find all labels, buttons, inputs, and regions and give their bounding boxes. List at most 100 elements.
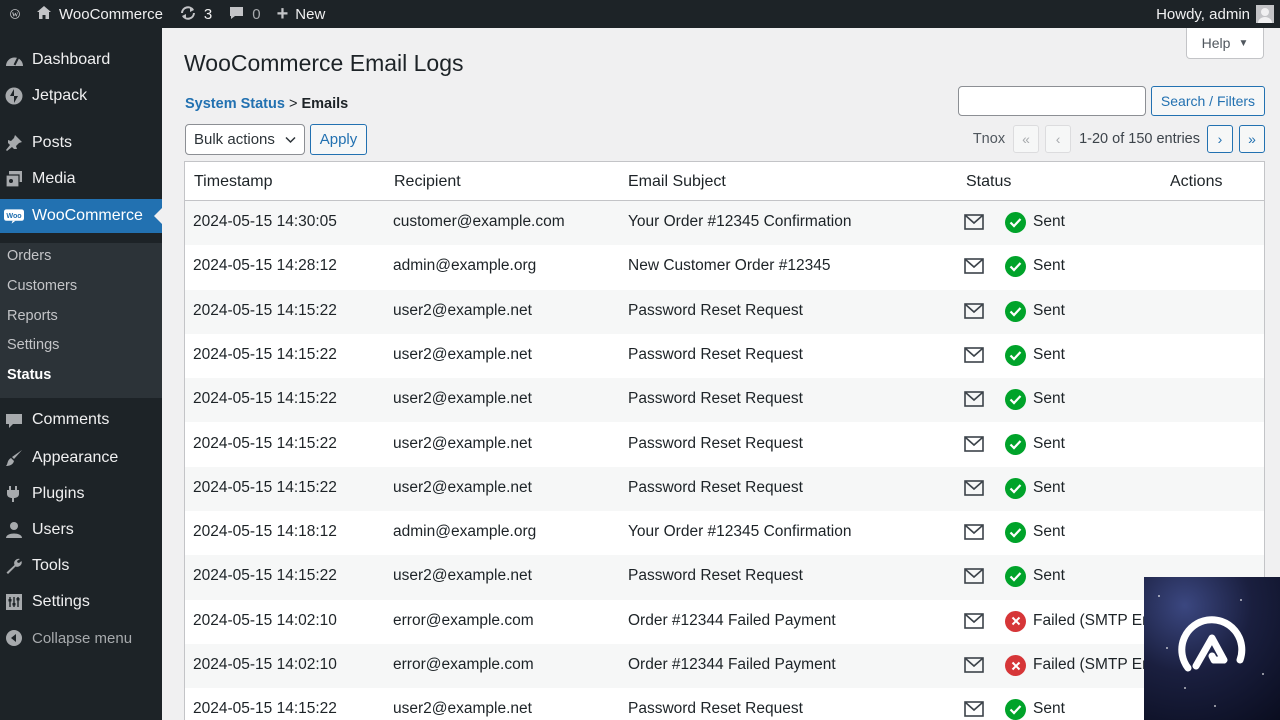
sidebar-item-tools[interactable]: Tools — [0, 549, 162, 583]
new-content-link[interactable]: + New — [269, 0, 334, 28]
wordpress-logo-icon[interactable]: W — [2, 1, 28, 27]
table-row[interactable]: 2024-05-15 14:15:22 user2@example.net Pass… — [185, 555, 1264, 600]
envelope-icon[interactable] — [964, 568, 984, 585]
column-header-timestamp[interactable]: Timestamp — [194, 173, 273, 191]
check-circle-icon — [1005, 522, 1026, 544]
cell-recipient: admin@example.org — [393, 257, 537, 275]
prev-page-button[interactable]: ‹ — [1045, 125, 1072, 153]
check-circle-icon — [1005, 477, 1026, 499]
sidebar-item-label: Media — [32, 170, 76, 187]
cell-recipient: user2@example.net — [393, 700, 532, 718]
next-page-button[interactable]: › — [1207, 125, 1233, 153]
table-row[interactable]: 2024-05-15 14:15:22 user2@example.net Pass… — [185, 423, 1264, 467]
submenu-item-reports[interactable]: Reports — [7, 308, 58, 324]
cell-recipient: customer@example.com — [393, 213, 565, 230]
breadcrumb-system-status-link[interactable]: System Status — [185, 96, 285, 112]
sidebar-item-label: WooCommerce — [32, 207, 143, 224]
sidebar-item-label: Plugins — [32, 485, 85, 502]
table-row[interactable]: 2024-05-15 14:15:22 user2@example.net Pass… — [185, 466, 1264, 512]
table-row[interactable]: 2024-05-15 14:15:22 user2@example.net Pass… — [185, 378, 1264, 423]
admin-bar: W WooCommerce 3 0 + New Howdy, admin — [0, 0, 1280, 28]
apply-button[interactable]: Apply — [310, 124, 367, 155]
cell-timestamp: 2024-05-15 14:15:22 — [193, 390, 337, 408]
envelope-icon[interactable] — [964, 701, 984, 718]
updates-link[interactable]: 3 — [171, 0, 220, 28]
cell-recipient: user2@example.net — [393, 478, 532, 496]
envelope-icon[interactable] — [964, 302, 984, 319]
cell-subject: Order #12344 Failed Payment — [628, 611, 836, 629]
first-page-button[interactable]: « — [1013, 125, 1040, 153]
bulk-actions-select[interactable]: Bulk actions — [185, 124, 305, 155]
table-header: Timestamp Recipient Email Subject Status… — [185, 162, 1264, 201]
last-page-button[interactable]: » — [1239, 125, 1265, 153]
submenu-item-customers[interactable]: Customers — [7, 278, 77, 294]
cell-subject: Password Reset Request — [628, 700, 803, 718]
chevron-down-icon — [285, 131, 296, 148]
envelope-icon[interactable] — [964, 657, 984, 673]
dashboard-icon — [4, 50, 24, 70]
sidebar-item-plugins[interactable]: Plugins — [0, 477, 162, 511]
sidebar-item-label: Tools — [32, 557, 70, 574]
check-circle-icon — [1005, 300, 1026, 322]
table-row[interactable]: 2024-05-15 14:30:05 customer@example.com Y… — [185, 201, 1264, 246]
sidebar-item-comments[interactable]: Comments — [0, 403, 162, 437]
page-title: WooCommerce Email Logs — [184, 50, 464, 76]
sidebar-item-settings[interactable]: Settings — [0, 585, 162, 619]
plus-icon: + — [276, 3, 289, 25]
breadcrumb: System Status > Emails — [185, 96, 348, 112]
sidebar-item-posts[interactable]: Posts — [0, 126, 162, 160]
jetpack-icon — [4, 86, 24, 106]
submenu-item-orders[interactable]: Orders — [7, 248, 51, 264]
new-label: New — [295, 5, 326, 23]
check-circle-icon — [1005, 566, 1026, 588]
comments-link[interactable]: 0 — [220, 0, 268, 28]
search-filters-button[interactable]: Search / Filters — [1151, 86, 1265, 116]
site-name-link[interactable]: WooCommerce — [28, 0, 171, 28]
bulk-actions-value: Bulk actions — [194, 131, 275, 148]
cell-timestamp: 2024-05-15 14:02:10 — [193, 656, 337, 673]
sidebar-item-woocommerce[interactable]: Woo WooCommerce — [0, 199, 162, 233]
sidebar-item-label: Users — [32, 521, 74, 538]
collapse-menu-button[interactable]: Collapse menu — [0, 621, 162, 655]
howdy-text: Howdy, admin — [1156, 5, 1250, 23]
envelope-icon[interactable] — [964, 214, 984, 230]
sidebar-item-jetpack[interactable]: Jetpack — [0, 79, 162, 113]
cell-timestamp: 2024-05-15 14:15:22 — [193, 345, 337, 363]
submenu-item-status[interactable]: Status — [7, 367, 51, 383]
envelope-icon[interactable] — [964, 258, 984, 275]
table-row[interactable]: 2024-05-15 14:02:10 error@example.com Orde… — [185, 600, 1264, 644]
cell-timestamp: 2024-05-15 14:18:12 — [193, 523, 337, 541]
sidebar-item-label: Posts — [32, 134, 73, 151]
sidebar-item-media[interactable]: Media — [0, 162, 162, 196]
table-row[interactable]: 2024-05-15 14:28:12 admin@example.org New … — [185, 245, 1264, 289]
envelope-icon[interactable] — [964, 524, 984, 540]
column-header-subject[interactable]: Email Subject — [628, 173, 726, 191]
table-row[interactable]: 2024-05-15 14:18:12 admin@example.org Your… — [185, 511, 1264, 555]
table-row[interactable]: 2024-05-15 14:15:22 user2@example.net Pass… — [185, 334, 1264, 378]
submenu-item-settings[interactable]: Settings — [7, 337, 59, 353]
search-input[interactable] — [958, 86, 1146, 116]
table-row[interactable]: 2024-05-15 14:15:22 user2@example.net Pass… — [185, 688, 1264, 720]
sidebar-item-users[interactable]: Users — [0, 513, 162, 547]
cell-subject: Password Reset Request — [628, 567, 803, 585]
envelope-icon[interactable] — [964, 612, 984, 629]
logo-icon — [1174, 608, 1250, 689]
sidebar-item-appearance[interactable]: Appearance — [0, 441, 162, 475]
check-circle-icon — [1005, 389, 1026, 411]
table-row[interactable]: 2024-05-15 14:02:10 error@example.com Orde… — [185, 644, 1264, 689]
envelope-icon[interactable] — [964, 347, 984, 363]
envelope-icon[interactable] — [964, 435, 984, 452]
envelope-icon[interactable] — [964, 391, 984, 407]
cell-recipient: user2@example.net — [393, 301, 532, 319]
column-header-recipient[interactable]: Recipient — [394, 173, 461, 191]
sidebar-item-dashboard[interactable]: Dashboard — [0, 43, 162, 77]
check-circle-icon — [1005, 344, 1026, 366]
my-account-link[interactable]: Howdy, admin — [1148, 0, 1280, 28]
column-header-status[interactable]: Status — [966, 173, 1011, 191]
envelope-icon[interactable] — [964, 479, 984, 496]
cell-recipient: user2@example.net — [393, 390, 532, 408]
table-row[interactable]: 2024-05-15 14:15:22 user2@example.net Pass… — [185, 289, 1264, 334]
refresh-icon — [179, 5, 197, 24]
help-tab-button[interactable]: Help ▼ — [1186, 28, 1264, 59]
cell-status: Sent — [1033, 257, 1065, 275]
